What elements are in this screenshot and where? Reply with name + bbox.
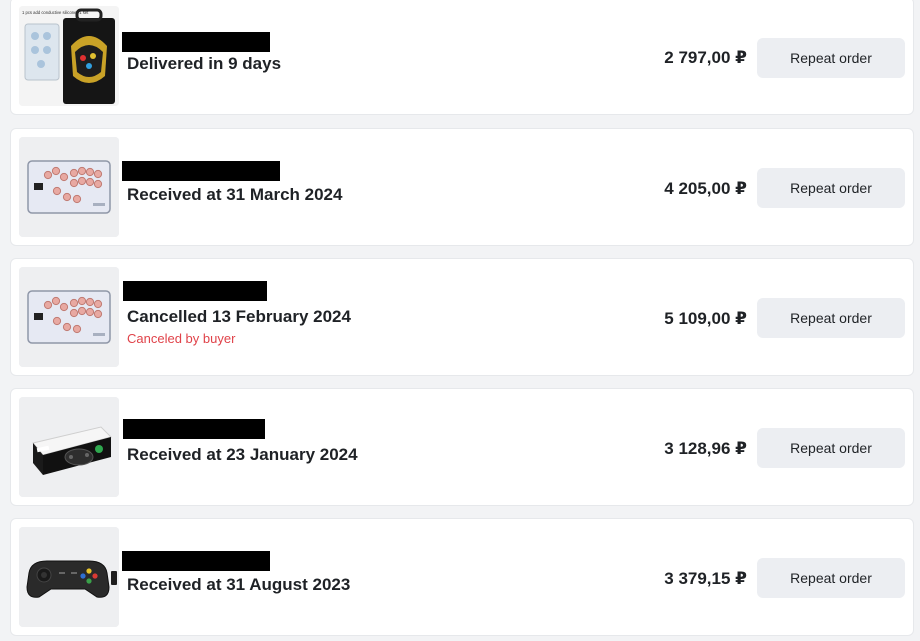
order-price: 2 797,00 ₽	[664, 48, 747, 67]
repeat-order-button[interactable]: Repeat order	[757, 168, 905, 208]
gamepad-box-image	[19, 397, 119, 497]
order-card[interactable]: Received at 31 August 2023 3 379,15 ₽ Re…	[10, 518, 914, 636]
order-price: 3 379,15 ₽	[664, 569, 747, 588]
order-card[interactable]: 1 pcs add conductive silicone *1 set Del…	[10, 0, 914, 115]
gamepad-image	[19, 527, 119, 627]
repeat-order-button[interactable]: Repeat order	[757, 298, 905, 338]
product-thumbnail[interactable]	[19, 137, 119, 237]
redacted-product-title	[122, 161, 280, 181]
product-thumbnail[interactable]	[19, 267, 119, 367]
hitbox-controller-pcb-image	[19, 137, 119, 237]
order-card[interactable]: Cancelled 13 February 2024 Canceled by b…	[10, 258, 914, 376]
order-price: 5 109,00 ₽	[664, 309, 747, 328]
repeat-order-button[interactable]: Repeat order	[757, 558, 905, 598]
order-card[interactable]: Received at 23 January 2024 3 128,96 ₽ R…	[10, 388, 914, 506]
order-price: 3 128,96 ₽	[664, 439, 747, 458]
product-thumbnail[interactable]: 1 pcs add conductive silicone *1 set	[19, 6, 119, 106]
redacted-product-title	[122, 551, 270, 571]
order-price: 4 205,00 ₽	[664, 179, 747, 198]
redacted-product-title	[123, 281, 267, 301]
order-status: Cancelled 13 February 2024	[127, 307, 351, 326]
hitbox-controller-pcb-image	[19, 267, 119, 367]
arcade-kit-box-image: 1 pcs add conductive silicone *1 set	[19, 6, 119, 106]
repeat-order-button[interactable]: Repeat order	[757, 38, 905, 78]
order-card[interactable]: Received at 31 March 2024 4 205,00 ₽ Rep…	[10, 128, 914, 246]
redacted-product-title	[122, 32, 270, 52]
order-status: Delivered in 9 days	[127, 54, 282, 73]
cancel-reason: Canceled by buyer	[127, 331, 236, 346]
order-status: Received at 31 March 2024	[127, 185, 343, 204]
product-thumbnail[interactable]	[19, 397, 119, 497]
product-thumbnail[interactable]	[19, 527, 119, 627]
redacted-product-title	[123, 419, 265, 439]
repeat-order-button[interactable]: Repeat order	[757, 428, 905, 468]
order-status: Received at 31 August 2023	[127, 575, 351, 594]
order-status: Received at 23 January 2024	[127, 445, 358, 464]
